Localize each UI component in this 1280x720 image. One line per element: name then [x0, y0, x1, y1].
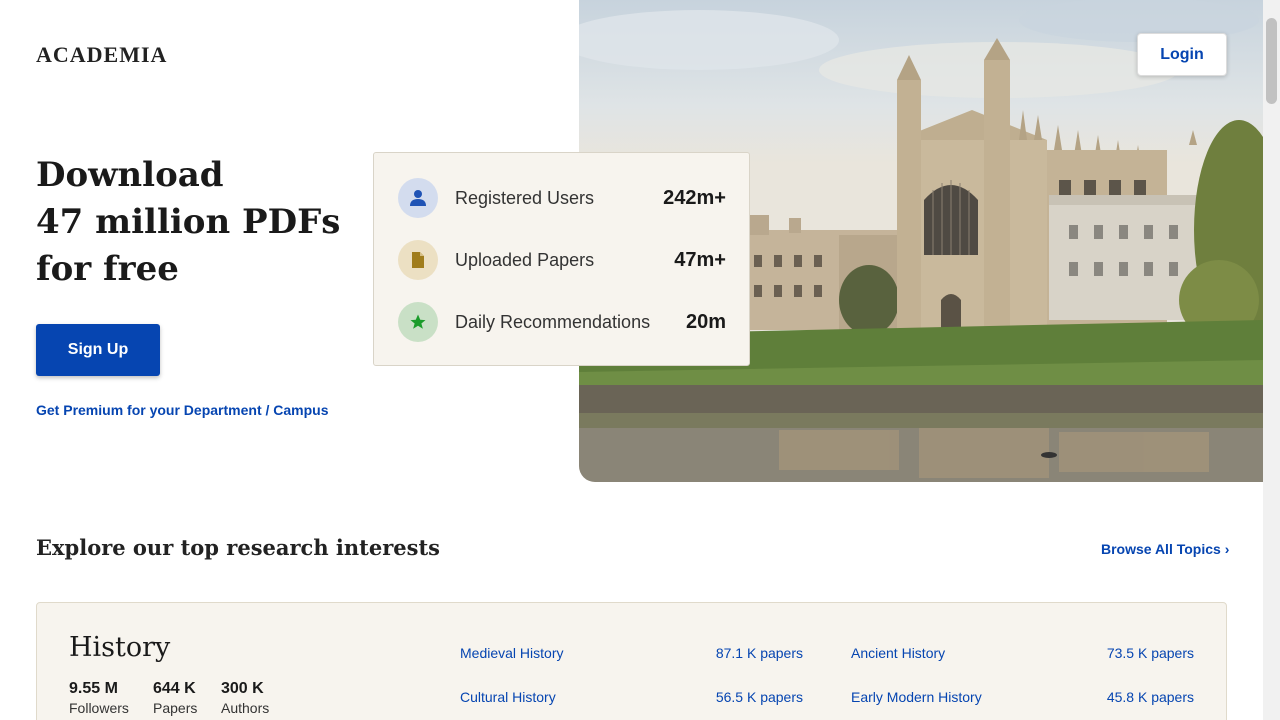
scrollbar-thumb[interactable]	[1266, 18, 1277, 104]
premium-link[interactable]: Get Premium for your Department / Campus	[36, 402, 329, 418]
subtopic-link[interactable]: Early Modern History	[851, 689, 982, 705]
browse-label: Browse All Topics	[1101, 541, 1221, 557]
subtopic-link[interactable]: Cultural History	[460, 689, 556, 705]
stat-label: Registered Users	[455, 187, 595, 208]
star-icon	[398, 302, 438, 342]
topic-title[interactable]: History	[69, 632, 170, 663]
sign-up-button[interactable]: Sign Up	[36, 324, 160, 376]
stat-caption: Authors	[221, 700, 270, 716]
stat-number: 300 K	[221, 680, 264, 697]
subtopic-link[interactable]: Medieval History	[460, 645, 563, 661]
subtopic-count[interactable]: 56.5 K papers	[683, 689, 803, 705]
stat-label: Uploaded Papers	[455, 249, 595, 270]
stat-number: 644 K	[153, 680, 196, 697]
hero-title-line: 47 million PDFs	[36, 202, 341, 242]
stat-registered-users: Registered Users 242m+	[398, 177, 726, 219]
topic-stat-papers: 644 K Papers	[153, 680, 197, 716]
browse-all-topics-link[interactable]: Browse All Topics ›	[1101, 541, 1229, 557]
subtopic-count[interactable]: 45.8 K papers	[1074, 689, 1194, 705]
hero-title: Download 47 million PDFs for free	[36, 152, 366, 293]
stat-label: Daily Recommendations	[455, 311, 651, 332]
subtopic-link[interactable]: Ancient History	[851, 645, 945, 661]
stat-caption: Followers	[69, 700, 129, 716]
hero-title-line: for free	[36, 249, 179, 289]
subtopic-count[interactable]: 73.5 K papers	[1074, 645, 1194, 661]
stat-value: 20m	[685, 310, 726, 333]
topic-stat-authors: 300 K Authors	[221, 680, 269, 716]
stat-daily-recommendations: Daily Recommendations 20m	[398, 301, 726, 343]
hero-title-line: Download	[36, 155, 224, 195]
stat-value: 242m+	[663, 186, 726, 209]
stat-number: 9.55 M	[69, 680, 118, 697]
stat-caption: Papers	[153, 700, 198, 716]
topic-card-history[interactable]: History 9.55 M Followers 644 K Papers 30…	[36, 602, 1227, 720]
login-button[interactable]: Login	[1137, 33, 1227, 76]
stat-value: 47m+	[674, 248, 726, 271]
user-icon	[398, 178, 438, 218]
academia-logo[interactable]: ACADEMIA	[36, 42, 167, 68]
stat-uploaded-papers: Uploaded Papers 47m+	[398, 239, 726, 281]
page-scrollbar[interactable]	[1263, 0, 1280, 720]
chevron-right-icon: ›	[1224, 541, 1230, 557]
stats-card: Registered Users 242m+ Uploaded Papers 4…	[373, 152, 750, 366]
subtopic-count[interactable]: 87.1 K papers	[683, 645, 803, 661]
explore-section-title: Explore our top research interests	[36, 535, 441, 560]
document-icon	[398, 240, 438, 280]
topic-stat-followers: 9.55 M Followers	[69, 680, 129, 716]
